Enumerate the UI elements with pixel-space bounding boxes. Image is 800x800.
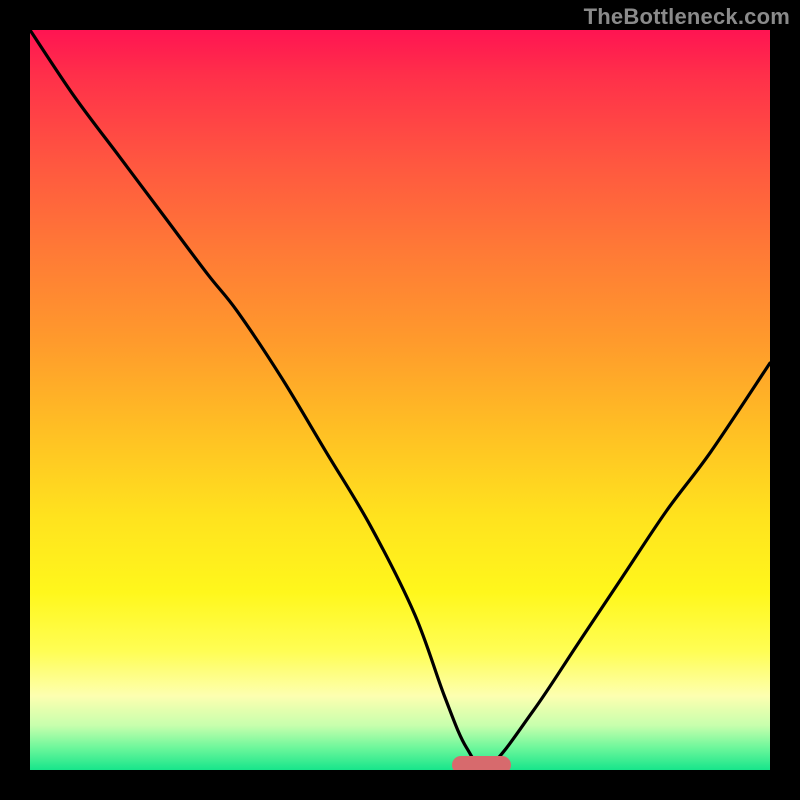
plot-area: [30, 30, 770, 770]
chart-frame: TheBottleneck.com: [0, 0, 800, 800]
bottleneck-curve: [30, 30, 770, 770]
sweet-spot-marker: [452, 756, 511, 770]
curve-path: [30, 30, 770, 768]
watermark-text: TheBottleneck.com: [584, 4, 790, 30]
